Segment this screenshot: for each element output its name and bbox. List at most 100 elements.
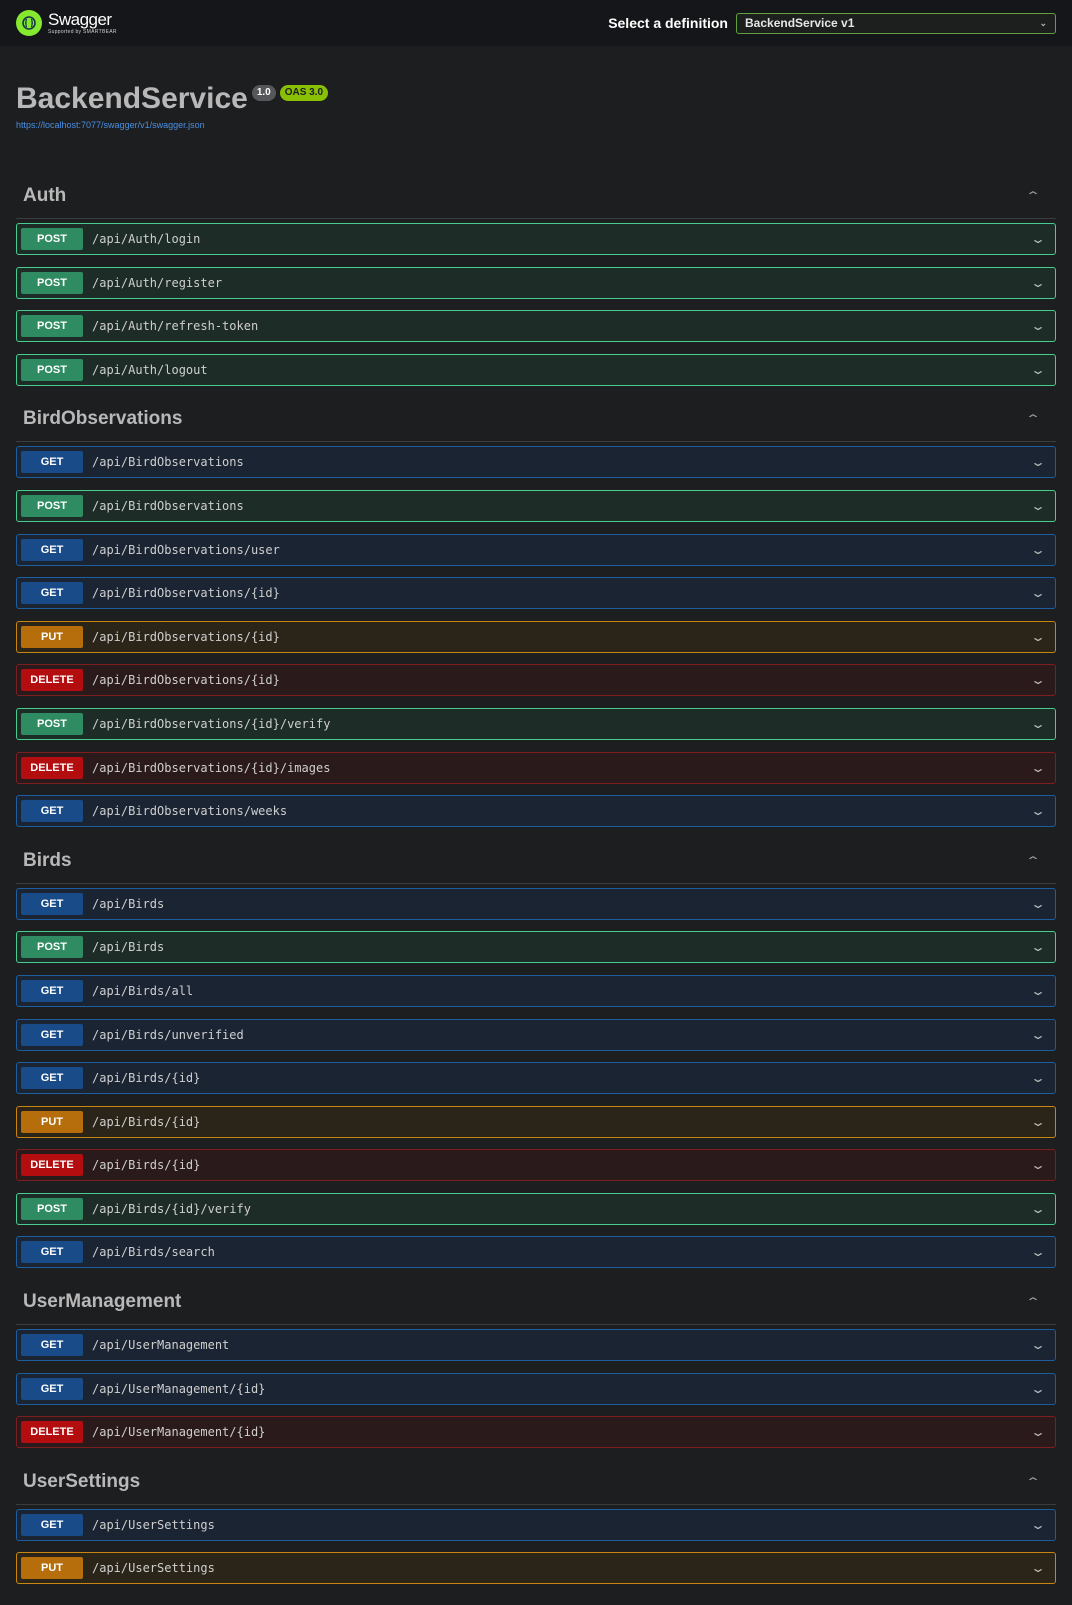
- operation-row[interactable]: GET/api/Birds/all ⌄: [16, 974, 1056, 1007]
- swagger-logo[interactable]: Swagger Supported by SMARTBEAR: [16, 10, 117, 36]
- chevron-down-icon[interactable]: ⌄: [1030, 1382, 1046, 1396]
- operation-path: /api/Birds/search: [92, 1245, 215, 1260]
- operation-row[interactable]: DELETE/api/UserManagement/{id} ⌄: [16, 1416, 1056, 1449]
- tag-name: Auth: [23, 185, 67, 206]
- spec-url-link[interactable]: https://localhost:7077/swagger/v1/swagge…: [16, 120, 205, 130]
- chevron-down-icon[interactable]: ⌄: [1030, 586, 1046, 600]
- operation-row[interactable]: GET/api/BirdObservations/{id} ⌄: [16, 577, 1056, 610]
- operation-row[interactable]: POST/api/Auth/refresh-token ⌄: [16, 310, 1056, 343]
- definition-selector: Select a definition BackendService v1 ⌄: [608, 12, 1056, 34]
- method-badge: DELETE: [21, 669, 83, 692]
- chevron-down-icon[interactable]: ⌄: [1030, 1338, 1046, 1352]
- tag-header[interactable]: Auth ⌃: [16, 174, 1056, 219]
- version-badge: 1.0: [251, 85, 276, 101]
- chevron-down-icon[interactable]: ⌄: [1030, 1071, 1046, 1085]
- operation-row[interactable]: DELETE/api/Birds/{id} ⌄: [16, 1149, 1056, 1182]
- chevron-down-icon[interactable]: ⌄: [1030, 363, 1046, 377]
- chevron-down-icon[interactable]: ⌄: [1030, 543, 1046, 557]
- operation-path: /api/UserManagement/{id}: [92, 1425, 266, 1440]
- operation-row[interactable]: POST/api/Birds/{id}/verify ⌄: [16, 1192, 1056, 1225]
- chevron-down-icon[interactable]: ⌄: [1030, 940, 1046, 954]
- method-badge: GET: [21, 979, 83, 1002]
- operation-path: /api/Auth/register: [92, 275, 223, 290]
- operation-path: /api/BirdObservations/{id}: [92, 629, 280, 644]
- chevron-down-icon[interactable]: ⌄: [1030, 1158, 1046, 1172]
- chevron-up-icon[interactable]: ⌃: [1025, 1295, 1041, 1309]
- method-badge: PUT: [21, 1110, 83, 1133]
- operation-row[interactable]: GET/api/Birds/{id} ⌄: [16, 1062, 1056, 1095]
- page-title: BackendService: [16, 82, 248, 115]
- tag-header[interactable]: UserSettings ⌃: [16, 1460, 1056, 1505]
- chevron-down-icon[interactable]: ⌄: [1030, 455, 1046, 469]
- chevron-down-icon[interactable]: ⌄: [1030, 1518, 1046, 1532]
- operation-row[interactable]: PUT/api/UserSettings ⌄: [16, 1552, 1056, 1585]
- chevron-down-icon[interactable]: ⌄: [1030, 984, 1046, 998]
- method-badge: PUT: [21, 1557, 83, 1580]
- chevron-down-icon[interactable]: ⌄: [1030, 761, 1046, 775]
- chevron-down-icon[interactable]: ⌄: [1030, 804, 1046, 818]
- tag-header[interactable]: Birds ⌃: [16, 839, 1056, 884]
- chevron-down-icon[interactable]: ⌄: [1030, 1561, 1046, 1575]
- definition-value: BackendService v1: [745, 16, 855, 30]
- chevron-up-icon[interactable]: ⌃: [1025, 1475, 1041, 1489]
- operation-path: /api/Birds/all: [92, 983, 194, 998]
- chevron-down-icon[interactable]: ⌄: [1030, 1245, 1046, 1259]
- chevron-down-icon[interactable]: ⌄: [1030, 319, 1046, 333]
- operation-row[interactable]: GET/api/BirdObservations ⌄: [16, 446, 1056, 479]
- operation-row[interactable]: PUT/api/Birds/{id} ⌄: [16, 1105, 1056, 1138]
- operation-row[interactable]: PUT/api/BirdObservations/{id} ⌄: [16, 620, 1056, 653]
- definition-label: Select a definition: [608, 15, 728, 31]
- chevron-up-icon[interactable]: ⌃: [1025, 854, 1041, 868]
- tag-section: UserSettings ⌃ GET/api/UserSettings ⌄ PUT/ap…: [16, 1460, 1056, 1585]
- operation-row[interactable]: GET/api/UserManagement/{id} ⌄: [16, 1372, 1056, 1405]
- chevron-down-icon[interactable]: ⌄: [1030, 1028, 1046, 1042]
- tag-section: Auth ⌃ POST/api/Auth/login ⌄ POST/api/Auth/r…: [16, 174, 1056, 386]
- operation-row[interactable]: DELETE/api/BirdObservations/{id} ⌄: [16, 664, 1056, 697]
- operation-path: /api/BirdObservations/{id}/images: [92, 760, 331, 775]
- operation-path: /api/BirdObservations: [92, 455, 244, 470]
- tag-header[interactable]: BirdObservations ⌃: [16, 397, 1056, 443]
- operation-row[interactable]: POST/api/Auth/logout ⌄: [16, 353, 1056, 386]
- operation-row[interactable]: POST/api/Auth/login ⌄: [16, 223, 1056, 255]
- tag-name: UserSettings: [23, 1470, 141, 1492]
- chevron-up-icon[interactable]: ⌃: [1025, 189, 1041, 203]
- chevron-down-icon[interactable]: ⌄: [1030, 276, 1046, 290]
- operation-row[interactable]: GET/api/Birds/search ⌄: [16, 1236, 1056, 1269]
- operation-row[interactable]: GET/api/UserSettings ⌄: [16, 1508, 1056, 1541]
- definition-select[interactable]: BackendService v1 ⌄: [736, 12, 1056, 34]
- operation-row[interactable]: GET/api/Birds/unverified ⌄: [16, 1018, 1056, 1051]
- tag-name: BirdObservations: [23, 408, 183, 430]
- operation-row[interactable]: GET/api/UserManagement ⌄: [16, 1329, 1056, 1362]
- chevron-down-icon[interactable]: ⌄: [1030, 897, 1046, 911]
- operation-row[interactable]: DELETE/api/BirdObservations/{id}/images ⌄: [16, 751, 1056, 784]
- chevron-down-icon[interactable]: ⌄: [1030, 717, 1046, 731]
- operation-row[interactable]: POST/api/BirdObservations ⌄: [16, 489, 1056, 522]
- chevron-down-icon[interactable]: ⌄: [1030, 232, 1046, 246]
- operation-path: /api/UserSettings: [92, 1561, 215, 1576]
- method-badge: POST: [21, 712, 83, 735]
- operation-row[interactable]: POST/api/Birds ⌄: [16, 931, 1056, 964]
- chevron-down-icon[interactable]: ⌄: [1030, 499, 1046, 513]
- operation-path: /api/Birds: [92, 896, 165, 911]
- operation-path: /api/Auth/refresh-token: [92, 319, 259, 334]
- chevron-down-icon[interactable]: ⌄: [1030, 1425, 1046, 1439]
- method-badge: GET: [21, 451, 83, 474]
- chevron-up-icon[interactable]: ⌃: [1025, 412, 1041, 426]
- operation-path: /api/Auth/logout: [92, 362, 208, 377]
- tag-section: BirdObservations ⌃ GET/api/BirdObservation…: [16, 397, 1056, 828]
- operation-row[interactable]: POST/api/Auth/register ⌄: [16, 266, 1056, 299]
- chevron-down-icon[interactable]: ⌄: [1030, 673, 1046, 687]
- operation-row[interactable]: GET/api/BirdObservations/weeks ⌄: [16, 795, 1056, 828]
- chevron-down-icon[interactable]: ⌄: [1030, 630, 1046, 644]
- operation-row[interactable]: POST/api/BirdObservations/{id}/verify ⌄: [16, 707, 1056, 740]
- chevron-down-icon[interactable]: ⌄: [1030, 1115, 1046, 1129]
- operation-path: /api/UserManagement/{id}: [92, 1381, 266, 1396]
- operation-path: /api/Birds: [92, 940, 165, 955]
- operation-row[interactable]: GET/api/BirdObservations/user ⌄: [16, 533, 1056, 566]
- chevron-down-icon[interactable]: ⌄: [1030, 1202, 1046, 1216]
- operation-row[interactable]: GET/api/Birds ⌄: [16, 887, 1056, 920]
- tag-name: UserManagement: [23, 1291, 182, 1313]
- operation-path: /api/UserManagement: [92, 1338, 230, 1353]
- tag-header[interactable]: UserManagement ⌃: [16, 1280, 1056, 1326]
- method-badge: POST: [21, 315, 83, 338]
